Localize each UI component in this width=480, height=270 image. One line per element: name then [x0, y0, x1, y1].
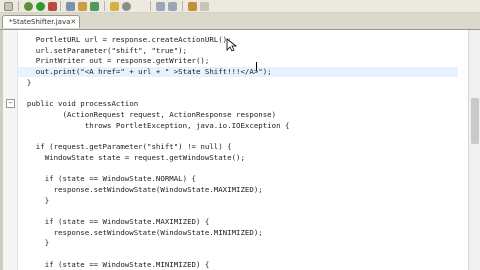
editor-tab-label: *StateShifter.java — [9, 18, 71, 26]
search-icon[interactable] — [122, 1, 131, 11]
code-line: response.setWindowState(WindowState.MAXI… — [18, 184, 263, 194]
next-annotation-icon[interactable] — [156, 1, 165, 11]
close-icon[interactable]: ✕ — [70, 18, 76, 26]
eclipse-ide-window: *StateShifter.java ✕ − PortletURL url = … — [0, 0, 480, 270]
code-line: throws PortletException, java.io.IOExcep… — [18, 120, 290, 130]
editor-tab-bar: *StateShifter.java ✕ — [0, 13, 480, 30]
open-type-icon[interactable] — [110, 1, 119, 11]
debug-icon[interactable] — [24, 1, 33, 11]
collapse-method-icon[interactable]: − — [6, 99, 15, 108]
code-line: PrintWriter out = response.getWriter(); — [18, 56, 210, 66]
toolbar-separator — [150, 1, 151, 11]
code-line: if (state == WindowState.MINIMIZED) { — [18, 259, 210, 269]
new-java-project-icon[interactable] — [66, 1, 75, 11]
text-cursor — [256, 62, 257, 71]
code-line: response.setWindowState(WindowState.MINI… — [18, 227, 263, 237]
code-line: } — [18, 195, 50, 205]
vertical-scrollbar[interactable] — [468, 30, 480, 270]
toolbar-separator — [18, 1, 19, 11]
code-line: if (state == WindowState.NORMAL) { — [18, 174, 196, 184]
previous-annotation-icon[interactable] — [168, 1, 177, 11]
editor-gutter: − — [3, 30, 18, 270]
new-class-icon[interactable] — [90, 1, 99, 11]
toolbar-group-create — [58, 1, 131, 11]
code-editor[interactable]: PortletURL url = response.createActionUR… — [18, 30, 468, 270]
code-line: (ActionRequest request, ActionResponse r… — [18, 109, 277, 119]
vertical-scrollbar-thumb[interactable] — [471, 97, 479, 144]
mouse-pointer-icon — [226, 38, 238, 52]
code-line: if (state == WindowState.MAXIMIZED) { — [18, 216, 210, 226]
toolbar-group-run — [4, 1, 57, 11]
code-line: out.print("<A href=" + url + " >State Sh… — [18, 67, 458, 78]
run-icon[interactable] — [36, 1, 45, 11]
new-package-icon[interactable] — [78, 1, 87, 11]
code-line: if (request.getParameter("shift") != nul… — [18, 142, 232, 151]
code-line: } — [18, 238, 50, 248]
main-toolbar — [0, 0, 480, 13]
toolbar-separator — [104, 1, 105, 11]
editor-tab-stateshifter[interactable]: *StateShifter.java ✕ — [2, 15, 80, 28]
external-tools-icon[interactable] — [48, 1, 57, 11]
forward-icon[interactable] — [200, 1, 209, 11]
toolbar-separator — [182, 1, 183, 11]
back-icon[interactable] — [188, 1, 197, 11]
code-line: } — [18, 77, 32, 87]
toolbar-separator — [60, 1, 61, 11]
new-icon[interactable] — [4, 1, 13, 11]
code-line: public void processAction — [18, 99, 139, 109]
code-line: WindowState state = request.getWindowSta… — [18, 152, 245, 162]
toolbar-group-navigate — [148, 1, 209, 11]
